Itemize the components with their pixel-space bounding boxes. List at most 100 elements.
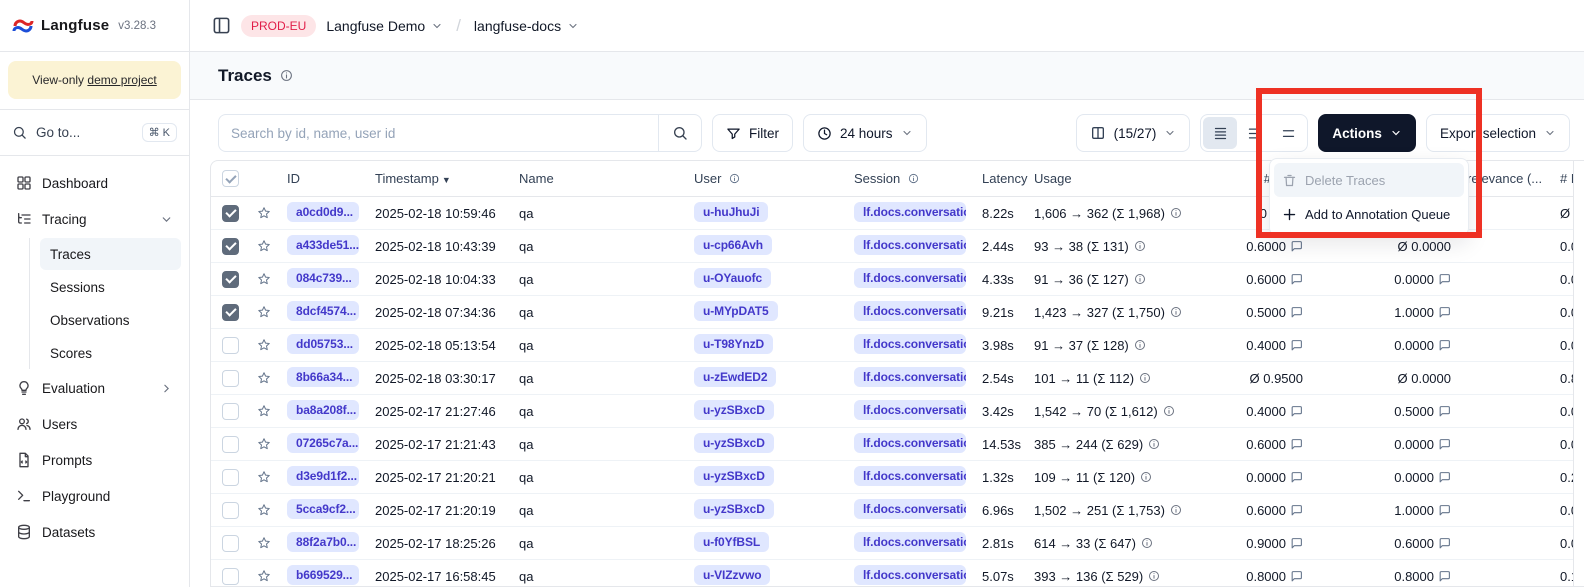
table-row[interactable]: 07265c7a...2025-02-17 21:21:43qau-yzSBxc… <box>211 428 1584 461</box>
session-pill[interactable]: lf.docs.conversation... <box>854 202 966 222</box>
demo-project-link[interactable]: demo project <box>87 73 156 87</box>
row-checkbox[interactable] <box>222 238 239 255</box>
row-checkbox[interactable] <box>222 535 239 552</box>
session-pill[interactable]: lf.docs.conversation... <box>854 433 966 453</box>
row-checkbox[interactable] <box>222 403 239 420</box>
trace-id-pill[interactable]: b669529... <box>287 565 359 585</box>
star-icon[interactable] <box>249 502 279 518</box>
star-icon[interactable] <box>249 370 279 386</box>
sidebar-item-sessions[interactable]: Sessions <box>40 271 181 303</box>
row-checkbox[interactable] <box>222 436 239 453</box>
user-pill[interactable]: u-VIZzvwo <box>694 565 770 585</box>
star-icon[interactable] <box>249 304 279 320</box>
search-button[interactable] <box>658 114 702 152</box>
table-row[interactable]: d3e9d1f2...2025-02-17 21:20:21qau-yzSBxc… <box>211 461 1584 494</box>
row-checkbox[interactable] <box>222 502 239 519</box>
actions-button[interactable]: Actions <box>1318 114 1416 152</box>
star-icon[interactable] <box>249 238 279 254</box>
user-pill[interactable]: u-huJhuJi <box>694 202 768 222</box>
row-checkbox[interactable] <box>222 205 239 222</box>
user-pill[interactable]: u-T98YnzD <box>694 334 773 354</box>
session-pill[interactable]: lf.docs.conversation... <box>854 301 966 321</box>
session-pill[interactable]: lf.docs.conversation... <box>854 235 966 255</box>
sidebar-item-observations[interactable]: Observations <box>40 304 181 336</box>
table-row[interactable]: 084c739...2025-02-18 10:04:33qau-OYauofc… <box>211 263 1584 296</box>
trace-id-pill[interactable]: a433de51... <box>287 235 359 255</box>
user-pill[interactable]: u-f0YfBSL <box>694 532 769 552</box>
row-height-large-button[interactable] <box>1271 117 1305 149</box>
menu-item-add-to-annotation-queue[interactable]: Add to Annotation Queue <box>1274 197 1464 231</box>
table-row[interactable]: ba8a208f...2025-02-17 21:27:46qau-yzSBxc… <box>211 395 1584 428</box>
table-row[interactable]: dd05753...2025-02-18 05:13:54qau-T98YnzD… <box>211 329 1584 362</box>
trace-id-pill[interactable]: 5cca9cf2... <box>287 499 359 519</box>
col-header-session[interactable]: Session <box>846 171 974 186</box>
col-header-timestamp[interactable]: Timestamp▼ <box>367 171 511 186</box>
sidebar-toggle-icon[interactable] <box>212 16 231 35</box>
user-pill[interactable]: u-yzSBxcD <box>694 433 774 453</box>
time-range-button[interactable]: 24 hours <box>803 114 927 152</box>
user-pill[interactable]: u-yzSBxcD <box>694 466 774 486</box>
sidebar-item-prompts[interactable]: Prompts <box>8 442 181 478</box>
session-pill[interactable]: lf.docs.conversation... <box>854 532 966 552</box>
sidebar-item-datasets[interactable]: Datasets <box>8 514 181 550</box>
project-selector[interactable]: langfuse-docs <box>474 18 579 34</box>
star-icon[interactable] <box>249 436 279 452</box>
session-pill[interactable]: lf.docs.conversation... <box>854 466 966 486</box>
session-pill[interactable]: lf.docs.conversation... <box>854 565 966 585</box>
star-icon[interactable] <box>249 271 279 287</box>
user-pill[interactable]: u-MYpDAT5 <box>694 301 778 321</box>
trace-id-pill[interactable]: 8b66a34... <box>287 367 359 387</box>
row-checkbox[interactable] <box>222 568 239 585</box>
sidebar-item-tracing[interactable]: Tracing <box>8 201 181 237</box>
trace-id-pill[interactable]: 07265c7a... <box>287 433 359 453</box>
session-pill[interactable]: lf.docs.conversation... <box>854 400 966 420</box>
trace-id-pill[interactable]: dd05753... <box>287 334 359 354</box>
select-all-checkbox[interactable] <box>222 170 239 187</box>
user-pill[interactable]: u-yzSBxcD <box>694 400 774 420</box>
sidebar-item-traces[interactable]: Traces <box>40 238 181 270</box>
sidebar-item-evaluation[interactable]: Evaluation <box>8 370 181 406</box>
session-pill[interactable]: lf.docs.conversation... <box>854 268 966 288</box>
trace-id-pill[interactable]: a0cd0d9... <box>287 202 359 222</box>
filter-button[interactable]: Filter <box>712 114 793 152</box>
columns-button[interactable]: (15/27) <box>1076 114 1191 152</box>
trace-id-pill[interactable]: d3e9d1f2... <box>287 466 359 486</box>
sidebar-item-playground[interactable]: Playground <box>8 478 181 514</box>
star-icon[interactable] <box>249 403 279 419</box>
col-header-usage[interactable]: Usage <box>1026 171 1211 186</box>
col-header-user[interactable]: User <box>686 171 846 186</box>
user-pill[interactable]: u-yzSBxcD <box>694 499 774 519</box>
table-row[interactable]: 5cca9cf2...2025-02-17 21:20:19qau-yzSBxc… <box>211 494 1584 527</box>
row-checkbox[interactable] <box>222 337 239 354</box>
col-header-name[interactable]: Name <box>511 171 686 186</box>
sidebar-item-users[interactable]: Users <box>8 406 181 442</box>
table-row[interactable]: 88f2a7b0...2025-02-17 18:25:26qau-f0YfBS… <box>211 527 1584 560</box>
trace-id-pill[interactable]: 8dcf4574... <box>287 301 359 321</box>
trace-id-pill[interactable]: ba8a208f... <box>287 400 359 420</box>
star-icon[interactable] <box>249 337 279 353</box>
session-pill[interactable]: lf.docs.conversation... <box>854 334 966 354</box>
user-pill[interactable]: u-zEwdED2 <box>694 367 776 387</box>
row-checkbox[interactable] <box>222 469 239 486</box>
row-checkbox[interactable] <box>222 370 239 387</box>
col-header-relevance[interactable]: relevance (... <box>1459 171 1552 186</box>
table-row[interactable]: 8b66a34...2025-02-18 03:30:17qau-zEwdED2… <box>211 362 1584 395</box>
user-pill[interactable]: u-OYauofc <box>694 268 771 288</box>
row-height-medium-button[interactable] <box>1237 117 1271 149</box>
star-icon[interactable] <box>249 469 279 485</box>
org-selector[interactable]: Langfuse Demo <box>326 18 443 34</box>
table-scrollbar-gutter[interactable] <box>1573 161 1584 586</box>
star-icon[interactable] <box>249 535 279 551</box>
col-header-latency[interactable]: Latency <box>974 171 1026 186</box>
trace-id-pill[interactable]: 084c739... <box>287 268 359 288</box>
sidebar-item-scores[interactable]: Scores <box>40 337 181 369</box>
table-row[interactable]: 8dcf4574...2025-02-18 07:34:36qau-MYpDAT… <box>211 296 1584 329</box>
row-checkbox[interactable] <box>222 271 239 288</box>
session-pill[interactable]: lf.docs.conversation... <box>854 367 966 387</box>
export-selection-button[interactable]: Export selection <box>1426 114 1570 152</box>
col-header-id[interactable]: ID <box>279 171 367 186</box>
star-icon[interactable] <box>249 568 279 584</box>
goto-search[interactable]: Go to... ⌘ K <box>0 110 189 155</box>
trace-id-pill[interactable]: 88f2a7b0... <box>287 532 359 552</box>
row-checkbox[interactable] <box>222 304 239 321</box>
